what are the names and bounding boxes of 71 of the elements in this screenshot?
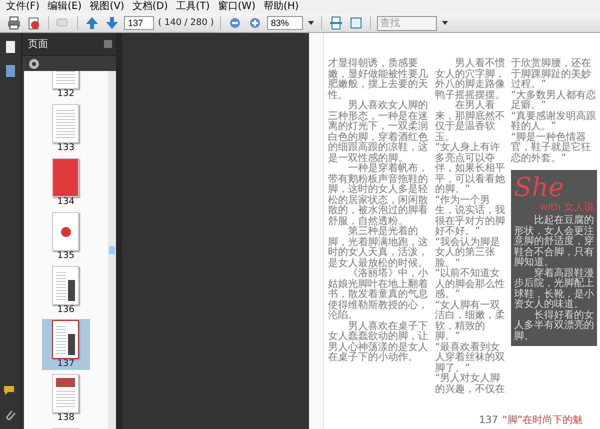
body-paragraph: “脚是一种色情器官，鞋子就是它狂恋的外套。” bbox=[511, 132, 592, 164]
body-paragraph: “以前不知道女人的脚会那么性感。” bbox=[435, 269, 506, 300]
body-paragraph: “作为一个男生，说实话，我很在乎对方的脚好不好。” bbox=[435, 196, 506, 237]
minus-icon bbox=[228, 17, 241, 29]
page-label: 135 bbox=[57, 251, 74, 262]
page-number-field[interactable]: 137 bbox=[124, 16, 154, 30]
menu-item[interactable]: 窗口(W) bbox=[214, 1, 260, 13]
plus-icon bbox=[248, 17, 261, 29]
paperclip-icon bbox=[3, 408, 18, 422]
zoom-field[interactable]: 83% bbox=[266, 16, 303, 30]
panel-title: 页面 bbox=[28, 38, 48, 51]
menu-item[interactable]: 帮助(H) bbox=[259, 1, 303, 13]
body-paragraph: 第三种是光着的脚，光着脚满地跑，这时的女人天真，活泼，是女人最放松的时候。 bbox=[328, 227, 429, 268]
body-paragraph: 男人喜欢女人脚的三种形态，一种是在迷离的灯光下，一双柔润白色的脚，穿着酒红色的细跟高跟的凉鞋，这是一双性感的脚。 bbox=[328, 101, 429, 164]
page-thumbnail[interactable]: 133 bbox=[42, 103, 90, 154]
page-thumbnail[interactable]: 132 bbox=[42, 71, 90, 100]
next-page-button[interactable] bbox=[104, 15, 120, 31]
feature-subtitle: with 女人说 bbox=[540, 202, 594, 213]
footer-title: “脚”在时尚下的魅 bbox=[502, 414, 582, 427]
feature-paragraph: 长得好看的女人多半有双漂亮的脚。 bbox=[514, 310, 594, 342]
fit-width-button[interactable] bbox=[328, 15, 344, 31]
bookmark-icon bbox=[3, 64, 18, 78]
page-label: 137 bbox=[57, 359, 74, 370]
page-thumbnail[interactable]: 136 bbox=[42, 265, 90, 316]
body-paragraph: 一种是穿着帆布，带有鹅粉板声音拖鞋的脚，这时的女人多是轻松的居家状态，闲闲散散的，被水泡过的脚看舒服，自然透粉。 bbox=[328, 164, 429, 226]
up-arrow-icon bbox=[85, 16, 99, 30]
feature-paragraph: 穿着高跟鞋漫步后院，光脚配上球鞋，长靴，是小资女人的味道。 bbox=[514, 268, 594, 310]
gear-icon bbox=[28, 58, 40, 70]
body-paragraph: 《洛丽塔》中，小姑娘光脚叶在地上翻着书，散发着童真的气息使得维勒斯教授的心，沦陷。 bbox=[328, 269, 429, 321]
body-paragraph: 男人看不惯女人的穴字脚，外八的脚走路像鸭子摇摇摆摆。 bbox=[435, 59, 506, 100]
printer-icon bbox=[7, 16, 21, 30]
caret-icon bbox=[442, 21, 448, 25]
page-label: 138 bbox=[57, 413, 74, 424]
body-paragraph: “女人身上有许多亮点可以夺伴，如果长相平平，可以看看她的脚。” bbox=[435, 143, 506, 195]
page-label: 133 bbox=[57, 143, 74, 154]
body-paragraph: “我会认为脚是女人的第三张脸。” bbox=[435, 238, 502, 268]
search-field[interactable]: 查找 bbox=[376, 16, 437, 30]
collapse-button[interactable] bbox=[104, 40, 112, 48]
she-logo: She bbox=[514, 174, 564, 202]
caret-icon bbox=[308, 21, 314, 25]
page-thumbnail[interactable]: 138 bbox=[42, 373, 90, 424]
document-icon bbox=[27, 16, 41, 30]
body-paragraph: “男人对女人脚的兴趣，不仅在 bbox=[435, 374, 506, 395]
feature-paragraph: 比起在豆腐的形状，女人会更注意脚的舒适度，穿鞋合不合脚，只有脚知道。 bbox=[514, 216, 594, 268]
page-icon bbox=[328, 16, 343, 30]
page-thumbnail[interactable]: 137 bbox=[42, 319, 90, 370]
page-number: 137 bbox=[479, 415, 498, 426]
body-paragraph: 男人喜欢在桌子下女人蠢蠢欲动的脚，让男人心神荡漾的是女人在桌子下的小动作。 bbox=[328, 322, 429, 364]
export-button[interactable] bbox=[26, 15, 42, 31]
body-paragraph: “最喜欢看到女人穿着丝袜的双脚了。” bbox=[435, 342, 506, 374]
body-paragraph: 才显得朝诱，质感要嫩，显好做能被性要几肥嫩般，摆上去要的天性。 bbox=[328, 59, 429, 100]
down-arrow-icon bbox=[105, 16, 119, 30]
pages-icon bbox=[3, 40, 18, 54]
menu-item[interactable]: 工具(T) bbox=[172, 1, 214, 13]
body-paragraph: “真要感谢发明高跟鞋的人。” bbox=[511, 112, 597, 132]
page-count: ( 140 / 280 ) bbox=[158, 18, 214, 28]
menu-item[interactable]: 编辑(E) bbox=[44, 1, 86, 13]
menu-item[interactable]: 视图(V) bbox=[86, 1, 128, 13]
body-paragraph: 于欣赏脚腰，还在于脚踝脚趾的美妙过程。” bbox=[511, 59, 591, 90]
page-label: 134 bbox=[57, 197, 74, 208]
page-label: 132 bbox=[57, 89, 74, 100]
body-paragraph: “大多数男人都有恋足癖。” bbox=[511, 90, 597, 111]
page-thumbnail[interactable]: 135 bbox=[42, 211, 90, 262]
body-paragraph: 在男人看来，那脚底然不仅于是温香软玉。 bbox=[435, 101, 506, 142]
menu-item[interactable]: 文件(F) bbox=[2, 1, 44, 13]
body-paragraph: “女人脚有一双洁白，细嫩，柔软，精致的脚。” bbox=[435, 300, 506, 342]
page-label: 136 bbox=[57, 305, 74, 316]
page-thumbnail[interactable]: 134 bbox=[42, 157, 90, 208]
menu-item[interactable]: 文档(D) bbox=[128, 1, 172, 13]
previous-page-button[interactable] bbox=[84, 15, 100, 31]
print-button[interactable] bbox=[6, 15, 22, 31]
